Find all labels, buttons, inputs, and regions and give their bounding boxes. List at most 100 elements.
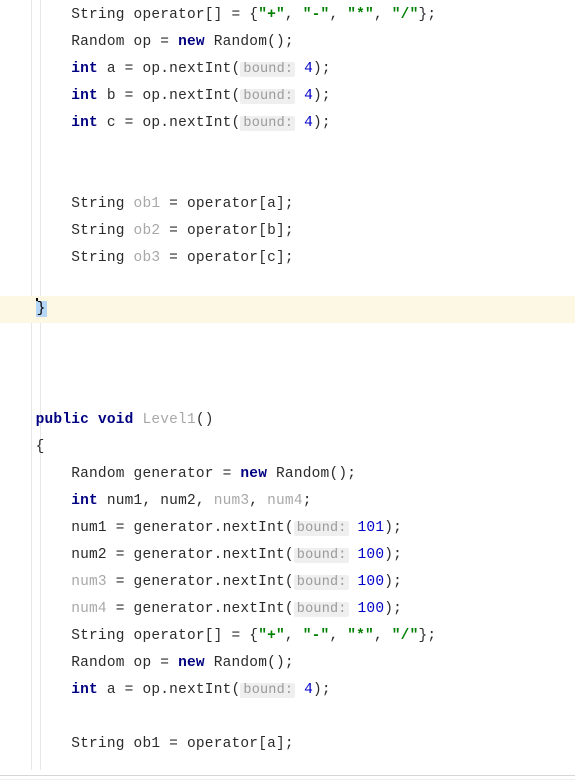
identifier-token: operator (186, 736, 259, 752)
code-line-with-caret[interactable]: } (0, 296, 575, 323)
code-token: [ (258, 196, 268, 212)
number-literal-token: 4 (304, 115, 314, 131)
code-token: = (115, 682, 143, 698)
unused-identifier-token: num3 (213, 493, 250, 509)
code-line[interactable]: int a = op.nextInt(bound: 4); (0, 677, 575, 704)
code-editor-viewport[interactable]: String operator[] = {"+", "-", "*", "/"}… (0, 0, 575, 782)
code-line[interactable]: int a = op.nextInt(bound: 4); (0, 56, 575, 83)
identifier-token: op (142, 115, 161, 131)
code-token: = (115, 115, 143, 131)
identifier-token: num1 (71, 520, 107, 536)
keyword-token: new (178, 655, 205, 671)
identifier-token: op (142, 88, 161, 104)
number-literal-token: 100 (357, 547, 385, 563)
code-line-content: String operator[] = {"+", "-", "*", "/"}… (0, 623, 436, 650)
code-line-content: String operator[] = {"+", "-", "*", "/"}… (0, 2, 436, 29)
code-line[interactable]: String ob2 = operator[b]; (0, 218, 575, 245)
code-line[interactable]: num1 = generator.nextInt(bound: 101); (0, 515, 575, 542)
code-line[interactable]: String ob1 = operator[a]; (0, 191, 575, 218)
code-line[interactable]: Random op = new Random(); (0, 650, 575, 677)
code-token: , (373, 628, 392, 644)
code-line[interactable]: String operator[] = {"+", "-", "*", "/"}… (0, 623, 575, 650)
code-line-content: int c = op.nextInt(bound: 4); (0, 110, 331, 137)
type-name-token: Random (71, 466, 125, 482)
code-line-content: Random generator = new Random(); (0, 461, 356, 488)
code-line[interactable] (0, 164, 575, 191)
code-line[interactable]: String ob1 = operator[a]; (0, 731, 575, 758)
code-token: .nextInt( (213, 574, 294, 590)
code-line[interactable]: num4 = generator.nextInt(bound: 100); (0, 596, 575, 623)
string-literal-token: "-" (302, 628, 330, 644)
identifier-token: c (106, 115, 116, 131)
code-line[interactable] (0, 704, 575, 731)
type-name-token: String (71, 628, 125, 644)
number-literal-token: 4 (304, 61, 314, 77)
code-line[interactable]: Random generator = new Random(); (0, 461, 575, 488)
code-token: , (329, 628, 348, 644)
identifier-token: b (106, 88, 116, 104)
parameter-hint-chip[interactable]: bound: (293, 602, 349, 617)
code-token: , (373, 7, 392, 23)
parameter-hint-chip[interactable]: bound: (293, 548, 349, 563)
code-token: (); (267, 655, 294, 671)
keyword-token: new (178, 34, 205, 50)
parameter-hint-chip[interactable]: bound: (240, 116, 296, 131)
parameter-hint-chip[interactable]: bound: (293, 521, 349, 536)
code-line[interactable]: int b = op.nextInt(bound: 4); (0, 83, 575, 110)
code-line[interactable] (0, 272, 575, 299)
identifier-token: operator (186, 223, 259, 239)
identifier-token: operator (133, 628, 205, 644)
type-name-token: String (71, 223, 125, 239)
code-line[interactable]: int num1, num2, num3, num4; (0, 488, 575, 515)
code-token: [] = { (204, 7, 259, 23)
code-token: () (195, 412, 214, 428)
code-token: = (160, 223, 187, 239)
code-line[interactable] (0, 380, 575, 407)
code-token: ); (384, 601, 403, 617)
code-token: , (195, 493, 214, 509)
identifier-token: c (267, 250, 277, 266)
code-line-content: num2 = generator.nextInt(bound: 100); (0, 542, 402, 569)
code-line[interactable]: String operator[] = {"+", "-", "*", "/"}… (0, 2, 575, 29)
type-name-token: Random (71, 655, 125, 671)
code-token: ; (302, 493, 312, 509)
code-line[interactable] (0, 353, 575, 380)
code-line[interactable]: Random op = new Random(); (0, 29, 575, 56)
code-line[interactable] (0, 326, 575, 353)
code-token: .nextInt( (160, 115, 241, 131)
code-line[interactable]: String ob3 = operator[c]; (0, 245, 575, 272)
parameter-hint-chip[interactable]: bound: (240, 62, 296, 77)
identifier-token: a (106, 682, 116, 698)
parameter-hint-chip[interactable]: bound: (240, 683, 296, 698)
code-token: .nextInt( (160, 88, 241, 104)
code-line[interactable]: num3 = generator.nextInt(bound: 100); (0, 569, 575, 596)
keyword-token: void (97, 412, 134, 428)
code-line[interactable] (0, 137, 575, 164)
parameter-hint-chip[interactable]: bound: (293, 575, 349, 590)
number-literal-token: 100 (357, 601, 385, 617)
code-token: = (106, 601, 134, 617)
code-token: = (213, 466, 241, 482)
type-name-token: Random (213, 655, 268, 671)
selected-brace: } (35, 301, 47, 317)
code-line[interactable]: int c = op.nextInt(bound: 4); (0, 110, 575, 137)
code-token: (); (267, 34, 294, 50)
type-name-token: String (71, 250, 125, 266)
unused-identifier-token: Level1 (142, 412, 196, 428)
parameter-hint-chip[interactable]: bound: (240, 89, 296, 104)
code-token: }; (418, 628, 437, 644)
code-line[interactable]: num2 = generator.nextInt(bound: 100); (0, 542, 575, 569)
code-token: ); (384, 547, 403, 563)
code-line[interactable]: public void Level1() (0, 407, 575, 434)
